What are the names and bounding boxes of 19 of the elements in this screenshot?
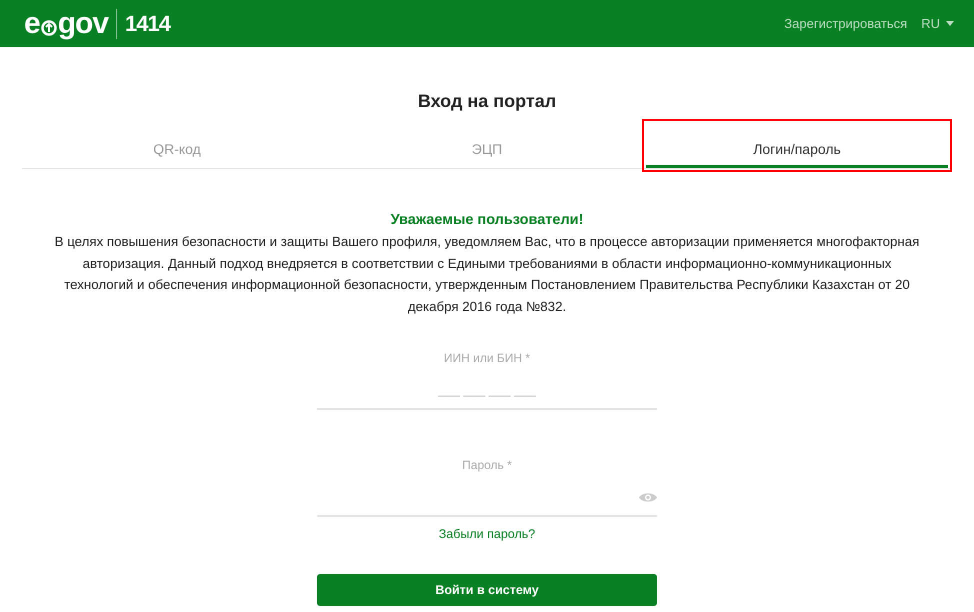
caret-icon [946, 21, 954, 26]
tab[interactable]: ЭЦП [332, 129, 642, 168]
tab[interactable]: QR-код [22, 129, 332, 168]
page-title: Вход на портал [416, 91, 558, 113]
logo-text: gov [58, 8, 108, 38]
register-link[interactable]: Зарегистрироваться [784, 16, 908, 31]
notice-text: В целях повышения безопасности и защиты Вашего профиля, уведомляем Вас, что в процессе авторизации применяется многофакторная авторизация. Данный подход внедряется в соответствии с Едиными требованиями в области информационно-коммуникационных технологий и обеспечения информационной безопасности, утвержденным Постановлением Правительства Республики Казахстан от 20 декабря 2016 года №832. [54, 233, 920, 316]
input-field[interactable]: ___ ___ ___ ___ [317, 371, 657, 410]
field-label: ИИН или БИН * [442, 351, 532, 365]
forgot-password-link[interactable]: Забыли пароль? [438, 527, 536, 541]
logo-icon [40, 20, 57, 36]
field-label: Пароль * [461, 458, 513, 472]
logo-text: e [24, 8, 40, 38]
tab[interactable]: Логин/пароль [646, 129, 948, 168]
logo-number: 1414 [116, 8, 170, 38]
eye-icon[interactable] [639, 492, 657, 503]
notice-heading: Уважаемые пользователи! [390, 212, 584, 228]
login-button[interactable]: Войти в систему [317, 574, 657, 606]
language-dropdown[interactable]: RU [921, 16, 954, 31]
